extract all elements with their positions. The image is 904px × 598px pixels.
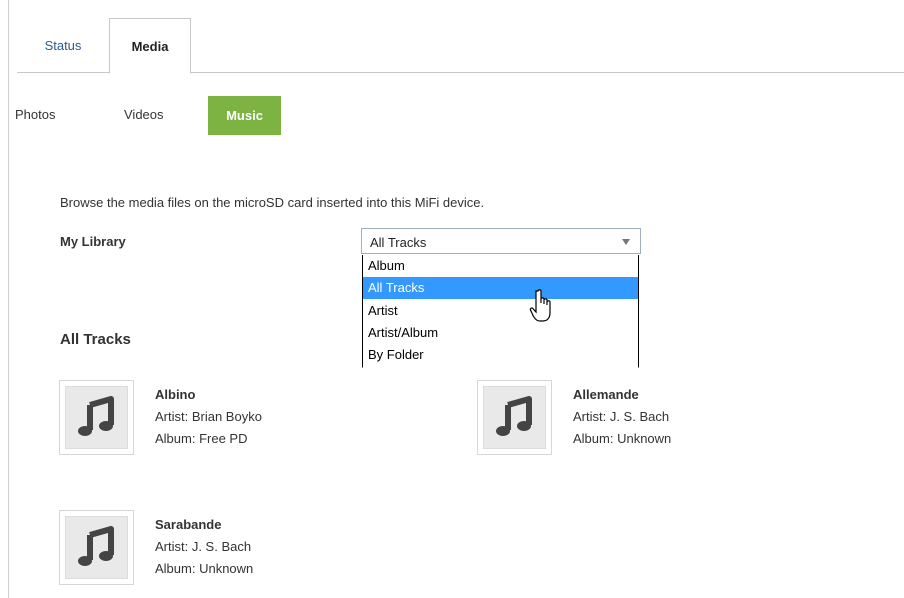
track-title[interactable]: Sarabande xyxy=(155,514,253,536)
library-option-by-folder[interactable]: By Folder xyxy=(363,344,638,366)
subtab-videos[interactable]: Videos xyxy=(124,96,184,135)
page-border xyxy=(8,0,9,598)
subtab-photos[interactable]: Photos xyxy=(15,96,75,135)
library-select-value: All Tracks xyxy=(370,235,427,250)
track-artist: Artist: Brian Boyko xyxy=(155,409,262,424)
library-option-artist-album[interactable]: Artist/Album xyxy=(363,322,638,344)
track-item: Sarabande Artist: J. S. Bach Album: Unkn… xyxy=(59,510,439,590)
track-item: Albino Artist: Brian Boyko Album: Free P… xyxy=(59,380,439,460)
tab-media[interactable]: Media xyxy=(109,18,191,74)
section-title: All Tracks xyxy=(60,331,131,348)
track-artist: Artist: J. S. Bach xyxy=(573,409,670,424)
music-note-icon xyxy=(78,396,114,436)
track-info: Albino Artist: Brian Boyko Album: Free P… xyxy=(155,384,262,450)
music-note-icon xyxy=(496,396,532,436)
track-album: Album: Free PD xyxy=(155,431,248,446)
hand-pointer-icon xyxy=(529,289,551,322)
library-select[interactable]: All Tracks xyxy=(361,228,641,254)
music-note-icon xyxy=(78,526,114,566)
library-dropdown-list: Album All Tracks Artist Artist/Album By … xyxy=(362,255,639,368)
chevron-down-icon xyxy=(622,239,630,245)
track-album: Album: Unknown xyxy=(573,431,672,446)
track-info: Sarabande Artist: J. S. Bach Album: Unkn… xyxy=(155,514,253,580)
track-album: Album: Unknown xyxy=(155,561,254,576)
track-artist: Artist: J. S. Bach xyxy=(155,539,252,554)
library-option-all-tracks[interactable]: All Tracks xyxy=(363,277,638,299)
library-option-album[interactable]: Album xyxy=(363,255,638,277)
track-thumbnail[interactable] xyxy=(59,510,134,585)
library-option-artist[interactable]: Artist xyxy=(363,300,638,322)
track-title[interactable]: Allemande xyxy=(573,384,671,406)
top-tab-bar: Status Media xyxy=(17,18,904,74)
tab-status[interactable]: Status xyxy=(17,18,109,73)
track-thumbnail[interactable] xyxy=(59,380,134,455)
intro-text: Browse the media files on the microSD ca… xyxy=(60,195,485,210)
track-item: Allemande Artist: J. S. Bach Album: Unkn… xyxy=(477,380,857,460)
library-label: My Library xyxy=(60,234,126,249)
track-title[interactable]: Albino xyxy=(155,384,262,406)
subtab-music[interactable]: Music xyxy=(208,96,281,135)
track-thumbnail[interactable] xyxy=(477,380,552,455)
track-info: Allemande Artist: J. S. Bach Album: Unkn… xyxy=(573,384,671,450)
